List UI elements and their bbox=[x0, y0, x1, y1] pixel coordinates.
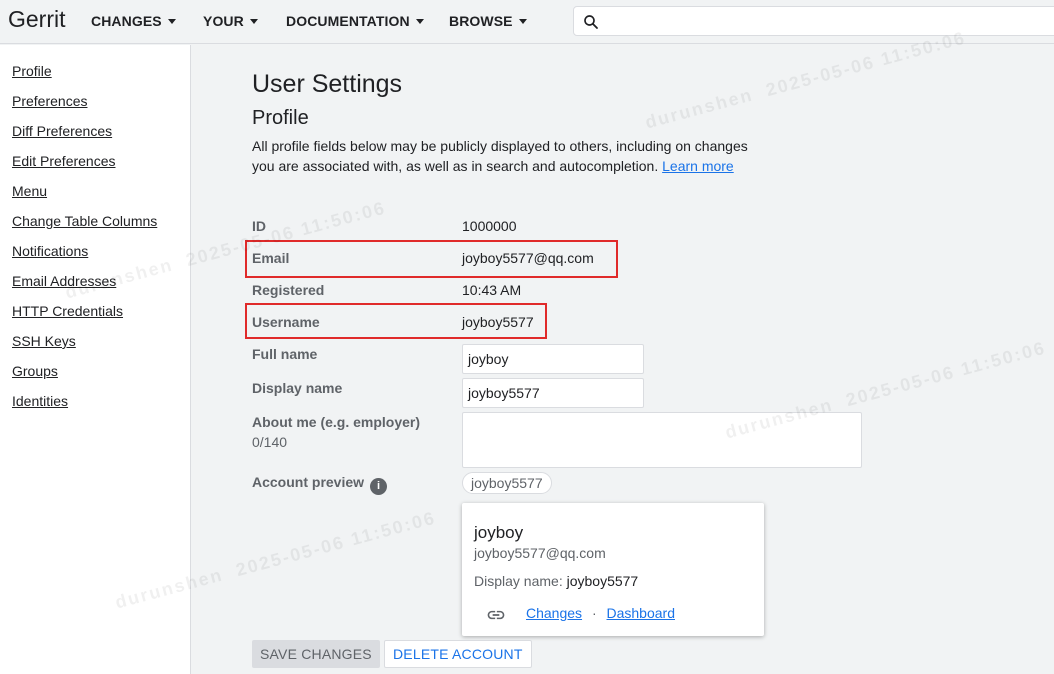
nav-your[interactable]: YOUR bbox=[203, 13, 258, 29]
profile-description: All profile fields below may be publicly… bbox=[252, 136, 772, 176]
email-value: joyboy5577@qq.com bbox=[462, 250, 594, 266]
search-icon bbox=[584, 15, 598, 29]
nav-documentation[interactable]: DOCUMENTATION bbox=[286, 13, 424, 29]
nav-browse-label: BROWSE bbox=[449, 13, 513, 29]
account-chip[interactable]: joyboy5577 bbox=[462, 472, 552, 494]
sidebar-item-edit-preferences[interactable]: Edit Preferences bbox=[12, 153, 116, 169]
username-label: Username bbox=[252, 314, 320, 330]
sidebar-item-notifications[interactable]: Notifications bbox=[12, 243, 88, 259]
gerrit-logo[interactable]: Gerrit bbox=[8, 6, 66, 33]
chevron-down-icon bbox=[518, 19, 527, 24]
chevron-down-icon bbox=[167, 19, 176, 24]
full-name-label: Full name bbox=[252, 346, 318, 362]
about-me-counter: 0/140 bbox=[252, 434, 288, 450]
registered-value: 10:43 AM bbox=[462, 282, 522, 298]
nav-documentation-label: DOCUMENTATION bbox=[286, 13, 410, 29]
account-preview-label-text: Account preview bbox=[252, 474, 365, 490]
account-preview-label: Account preview i bbox=[252, 474, 388, 495]
save-changes-button[interactable]: SAVE CHANGES bbox=[252, 640, 380, 668]
sidebar-item-change-table-columns[interactable]: Change Table Columns bbox=[12, 213, 157, 229]
about-me-textarea[interactable] bbox=[462, 412, 862, 468]
nav-browse[interactable]: BROWSE bbox=[449, 13, 527, 29]
display-name-prefix: Display name: bbox=[474, 573, 567, 589]
chevron-down-icon bbox=[415, 19, 424, 24]
section-title: Profile bbox=[252, 107, 309, 129]
link-separator: · bbox=[591, 605, 597, 621]
display-name-input[interactable]: joyboy5577 bbox=[462, 378, 644, 408]
link-icon bbox=[487, 610, 505, 620]
sidebar-item-identities[interactable]: Identities bbox=[12, 393, 68, 409]
settings-sidebar: Profile Preferences Diff Preferences Edi… bbox=[0, 45, 191, 674]
learn-more-link[interactable]: Learn more bbox=[662, 158, 734, 174]
changes-link[interactable]: Changes bbox=[526, 605, 582, 621]
hovercard-display-name: Display name: joyboy5577 bbox=[474, 573, 638, 589]
top-header: Gerrit CHANGES YOUR DOCUMENTATION BROWSE bbox=[0, 0, 1054, 44]
display-name-value: joyboy5577 bbox=[566, 573, 639, 589]
sidebar-item-http-credentials[interactable]: HTTP Credentials bbox=[12, 303, 123, 319]
hovercard-email: joyboy5577@qq.com bbox=[474, 545, 606, 561]
dashboard-link[interactable]: Dashboard bbox=[607, 605, 676, 621]
username-value: joyboy5577 bbox=[462, 314, 534, 330]
hovercard-links: Changes · Dashboard bbox=[526, 605, 675, 621]
chevron-down-icon bbox=[249, 19, 258, 24]
full-name-input[interactable]: joyboy bbox=[462, 344, 644, 374]
settings-main: User Settings Profile All profile fields… bbox=[191, 45, 1054, 674]
search-input[interactable] bbox=[573, 6, 1054, 36]
registered-label: Registered bbox=[252, 282, 325, 298]
sidebar-item-profile[interactable]: Profile bbox=[12, 63, 52, 79]
email-label: Email bbox=[252, 250, 290, 266]
nav-changes-label: CHANGES bbox=[91, 13, 162, 29]
about-me-label: About me (e.g. employer) bbox=[252, 414, 421, 430]
sidebar-item-menu[interactable]: Menu bbox=[12, 183, 47, 199]
sidebar-item-diff-preferences[interactable]: Diff Preferences bbox=[12, 123, 112, 139]
sidebar-item-ssh-keys[interactable]: SSH Keys bbox=[12, 333, 76, 349]
id-value: 1000000 bbox=[462, 218, 517, 234]
sidebar-item-groups[interactable]: Groups bbox=[12, 363, 58, 379]
nav-changes[interactable]: CHANGES bbox=[91, 13, 176, 29]
account-hovercard: joyboy joyboy5577@qq.com Display name: j… bbox=[462, 503, 764, 636]
info-icon[interactable]: i bbox=[370, 478, 388, 495]
delete-account-button[interactable]: DELETE ACCOUNT bbox=[384, 640, 532, 668]
hovercard-name: joyboy bbox=[474, 523, 524, 542]
page-title: User Settings bbox=[252, 70, 403, 98]
sidebar-item-preferences[interactable]: Preferences bbox=[12, 93, 87, 109]
id-label: ID bbox=[252, 218, 266, 234]
display-name-label: Display name bbox=[252, 380, 343, 396]
nav-your-label: YOUR bbox=[203, 13, 244, 29]
sidebar-item-email-addresses[interactable]: Email Addresses bbox=[12, 273, 116, 289]
